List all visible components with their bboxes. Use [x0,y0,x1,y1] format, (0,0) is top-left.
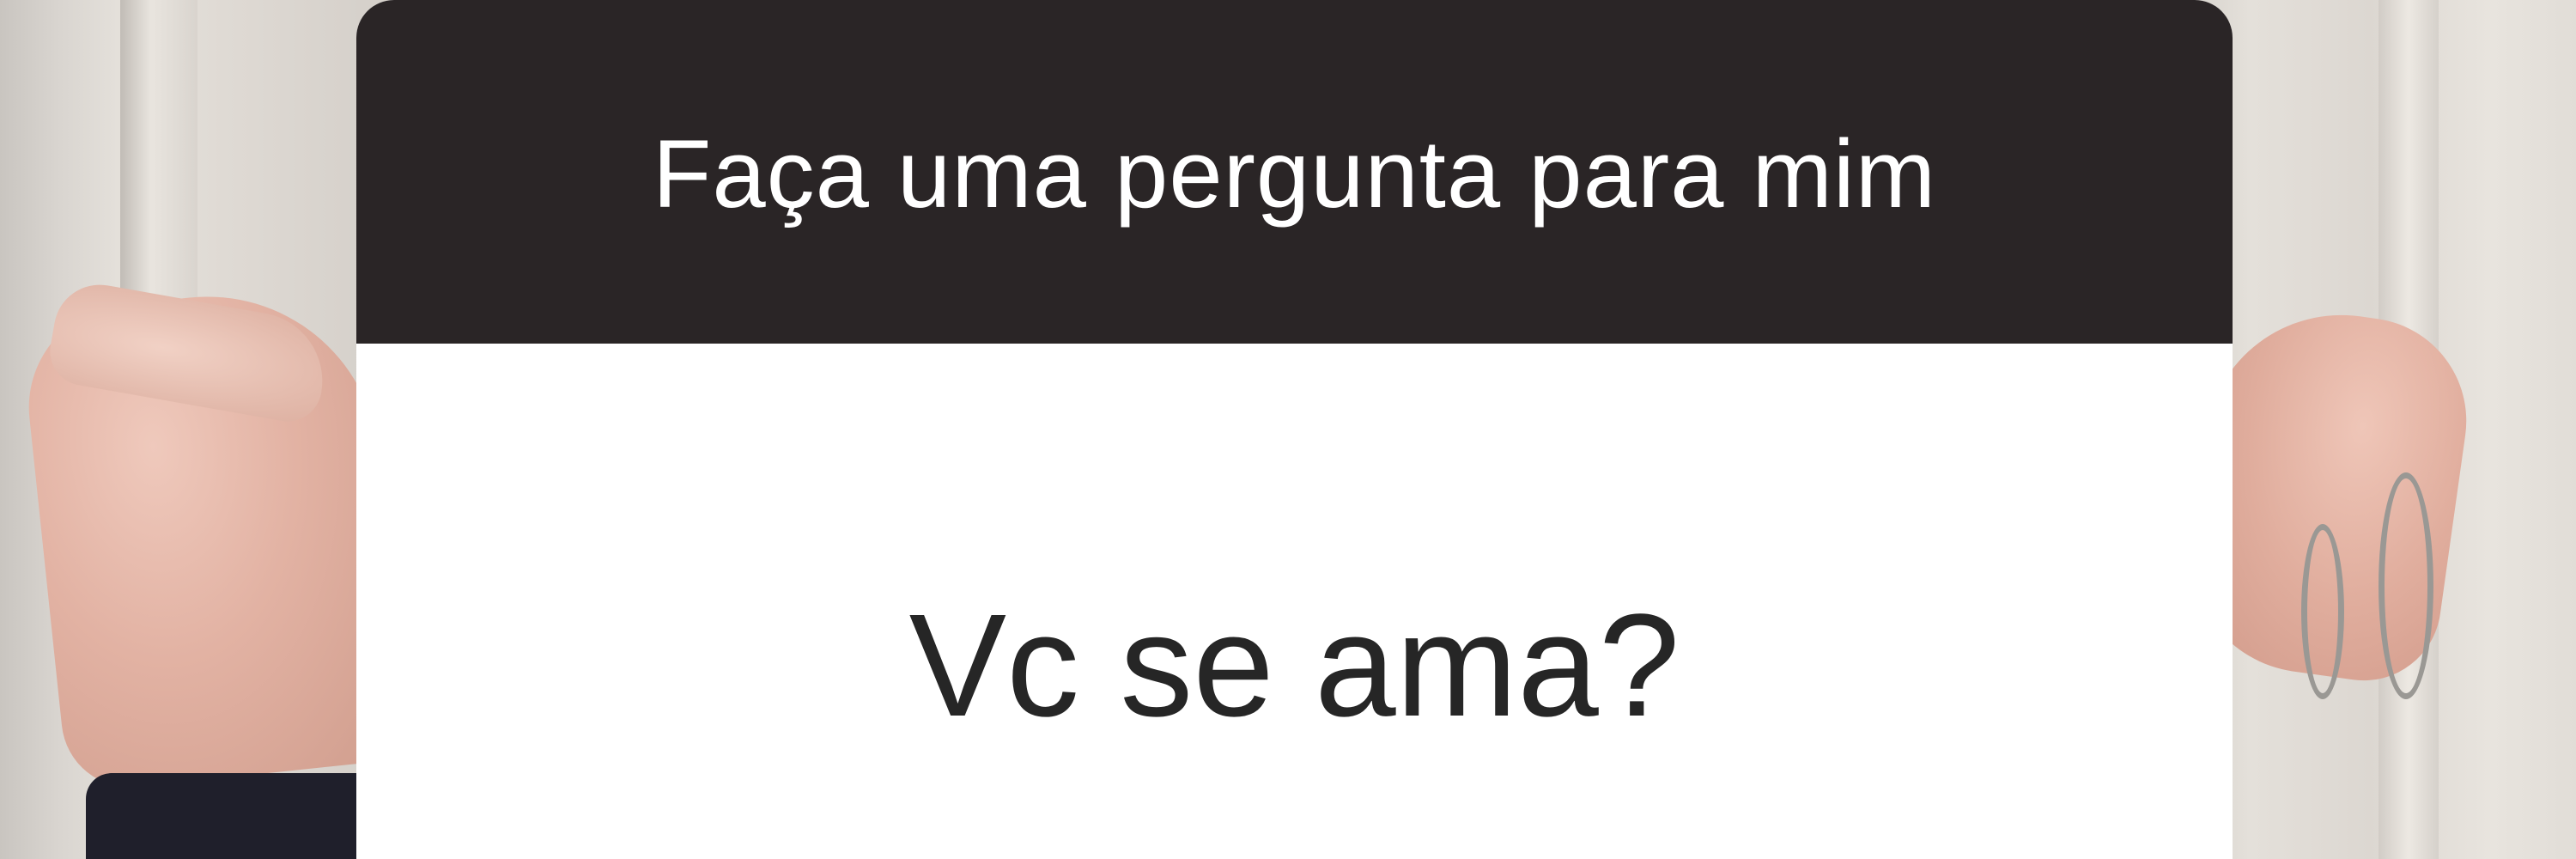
earring-hoop-small [2301,524,2344,699]
question-sticker-body: Vc se ama? [356,344,2233,859]
question-sticker[interactable]: Faça uma pergunta para mim Vc se ama? [356,0,2233,859]
question-prompt: Faça uma pergunta para mim [652,120,1937,228]
question-sticker-header: Faça uma pergunta para mim [356,0,2233,344]
sleeve-left [86,773,395,859]
question-text: Vc se ama? [908,584,1680,747]
earring-hoop-large [2379,472,2433,699]
